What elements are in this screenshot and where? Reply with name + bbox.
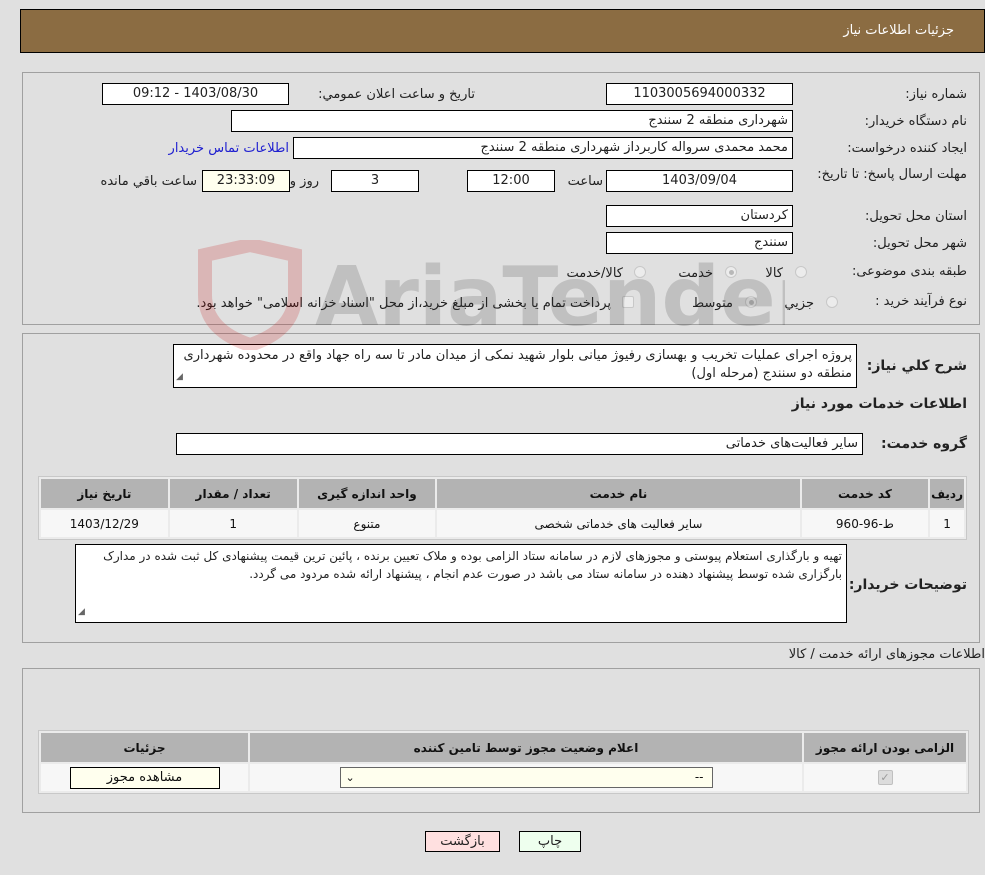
permits-section-title: اطلاعات مجوزهای ارائه خدمت / کالا — [788, 647, 985, 662]
province-label: استان محل تحويل: — [865, 209, 967, 224]
purchase-type-radio-minor[interactable] — [826, 296, 838, 308]
time-remaining-field: 23:33:09 — [202, 170, 290, 192]
cell-permit-required: ✓ — [804, 764, 966, 791]
permit-status-select[interactable]: -- ⌄ — [339, 767, 713, 788]
cell-service-code: ط-96-960 — [801, 510, 929, 537]
category-radio-goods[interactable] — [795, 266, 807, 278]
cell-permit-details: مشاهده مجوز — [41, 764, 248, 791]
table-row: ✓ -- ⌄ مشاهده مجوز — [41, 764, 966, 791]
city-label: شهر محل تحويل: — [872, 236, 967, 251]
category-radio-service[interactable] — [725, 266, 737, 278]
cell-row-number: 1 — [930, 510, 964, 537]
treasury-note: پرداخت تمام يا بخشی از مبلغ خريد،از محل … — [196, 296, 611, 311]
chevron-down-icon: ⌄ — [345, 771, 355, 784]
cell-service-name: ساير فعاليت های خدماتی شخصی — [437, 510, 800, 537]
description-label: شرح کلي نياز: — [866, 358, 967, 374]
treasury-checkbox[interactable] — [622, 296, 634, 308]
col-header-quantity: تعداد / مقدار — [169, 479, 297, 508]
resize-grip-icon[interactable]: ◢ — [78, 603, 85, 621]
page-header: جزئیات اطلاعات نیاز — [20, 9, 985, 53]
service-group-label: گروه خدمت: — [881, 436, 967, 452]
services-section-title: اطلاعات خدمات مورد نياز — [791, 396, 967, 412]
back-button[interactable]: بازگشت — [425, 831, 500, 852]
page-title: جزئیات اطلاعات نیاز — [843, 23, 954, 38]
days-label: روز و — [289, 174, 319, 189]
category-option-service: خدمت — [678, 266, 713, 281]
buyer-notes-text: تهيه و بارگذاری استعلام پيوستی و مجوزهای… — [103, 549, 842, 581]
col-header-service-code: کد خدمت — [801, 479, 929, 508]
buyer-org-field: شهرداری منطقه 2 سنندج — [231, 110, 793, 132]
permit-required-checkbox[interactable]: ✓ — [877, 770, 893, 785]
days-remaining-field: 3 — [331, 170, 419, 192]
description-text: پروژه اجرای عملیات تخریب و بهسازی رفیوژ … — [183, 348, 852, 381]
category-option-goods: کالا — [765, 266, 783, 281]
col-header-unit: واحد اندازه گيری — [298, 479, 436, 508]
service-group-field: ساير فعاليت‌های خدماتی — [176, 433, 863, 455]
need-number-field: 1103005694000332 — [606, 83, 793, 105]
category-radio-goods-service[interactable] — [634, 266, 646, 278]
print-button[interactable]: چاپ — [519, 831, 581, 852]
col-header-permit-details: جزئيات — [41, 733, 248, 762]
resize-grip-icon[interactable]: ◢ — [176, 368, 183, 386]
services-table: رديف کد خدمت نام خدمت واحد اندازه گيری ت… — [38, 476, 967, 540]
col-header-need-date: تاريخ نياز — [41, 479, 168, 508]
purchase-type-radio-medium[interactable] — [745, 296, 757, 308]
purchase-type-option-medium: متوسط — [692, 296, 733, 311]
category-label: طبقه بندی موضوعی: — [851, 264, 967, 279]
col-header-permit-required: الزامی بودن ارائه مجوز — [804, 733, 966, 762]
permits-table: الزامی بودن ارائه مجوز اعلام وضعيت مجوز … — [38, 730, 969, 794]
col-header-service-name: نام خدمت — [437, 479, 800, 508]
permit-status-value: -- — [694, 770, 704, 784]
category-option-goods-service: کالا/خدمت — [566, 266, 623, 281]
description-textarea[interactable]: پروژه اجرای عملیات تخریب و بهسازی رفیوژ … — [173, 344, 857, 388]
time-remaining-label: ساعت باقي مانده — [100, 174, 197, 189]
buyer-notes-textarea[interactable]: تهيه و بارگذاری استعلام پيوستی و مجوزهای… — [75, 544, 847, 623]
announce-datetime-label: تاريخ و ساعت اعلان عمومي: — [318, 87, 475, 102]
need-number-label: شماره نیاز: — [905, 87, 967, 102]
table-row: 1 ط-96-960 ساير فعاليت های خدماتی شخصی م… — [41, 510, 964, 537]
deadline-date-field: 1403/09/04 — [606, 170, 793, 192]
deadline-time-label: ساعت — [567, 174, 603, 189]
cell-quantity: 1 — [169, 510, 297, 537]
cell-permit-status: -- ⌄ — [250, 764, 802, 791]
purchase-type-option-minor: جزيي — [784, 296, 814, 311]
permits-table-header-row: الزامی بودن ارائه مجوز اعلام وضعيت مجوز … — [41, 733, 966, 762]
col-header-permit-status: اعلام وضعيت مجوز توسط تامين کننده — [250, 733, 802, 762]
requester-field: محمد محمدی سرواله کاربرداز شهرداری منطقه… — [293, 137, 793, 159]
city-field: سنندج — [606, 232, 793, 254]
purchase-type-label: نوع فرآيند خريد : — [875, 294, 967, 309]
province-field: کردستان — [606, 205, 793, 227]
announce-datetime-field: 1403/08/30 - 09:12 — [102, 83, 289, 105]
buyer-notes-label: توضيحات خريدار: — [848, 577, 967, 593]
requester-label: ايجاد کننده درخواست: — [847, 141, 967, 156]
buyer-contact-link[interactable]: اطلاعات تماس خريدار — [169, 141, 289, 156]
deadline-time-field: 12:00 — [467, 170, 555, 192]
services-table-header-row: رديف کد خدمت نام خدمت واحد اندازه گيری ت… — [41, 479, 964, 508]
view-permit-button[interactable]: مشاهده مجوز — [69, 766, 220, 789]
col-header-row-number: رديف — [930, 479, 964, 508]
deadline-label: مهلت ارسال پاسخ: تا تاريخ: — [817, 167, 967, 182]
buyer-org-label: نام دستگاه خريدار: — [864, 114, 967, 129]
cell-need-date: 1403/12/29 — [41, 510, 168, 537]
cell-unit: متنوع — [298, 510, 436, 537]
